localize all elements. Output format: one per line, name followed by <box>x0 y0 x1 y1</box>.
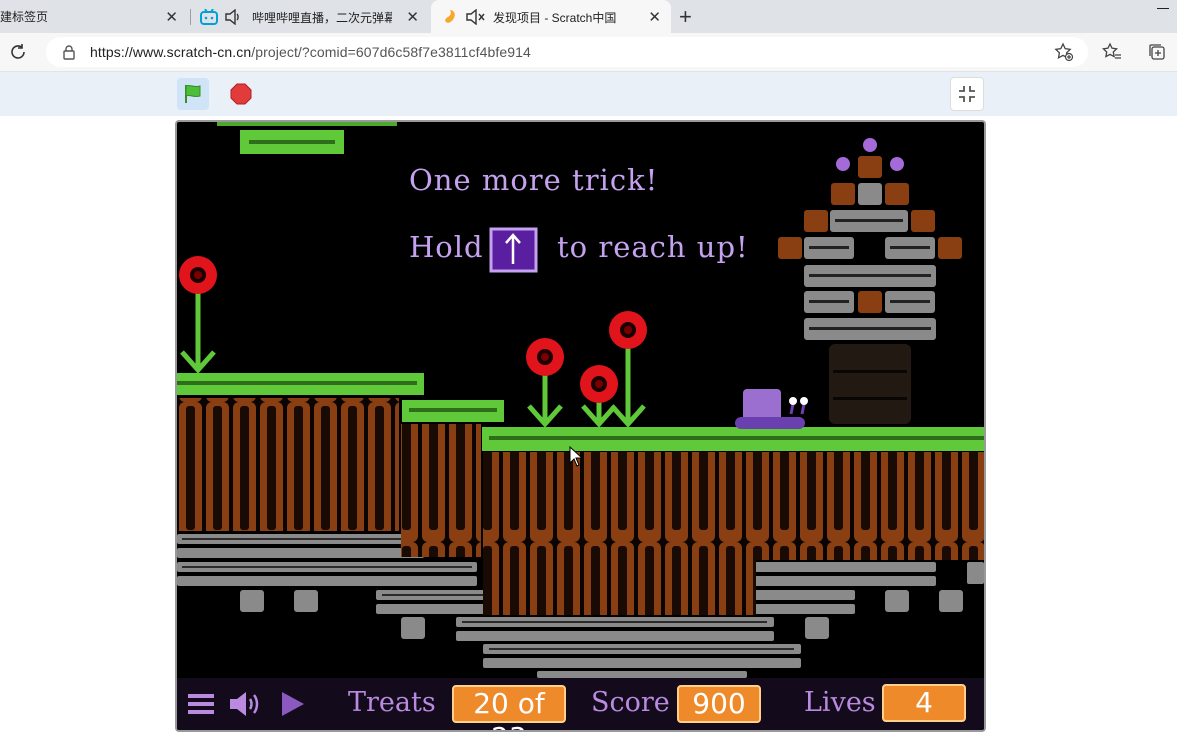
speaker-icon[interactable] <box>224 9 242 25</box>
speaker-muted-icon[interactable] <box>465 9 485 25</box>
tab-title: 发现项目 - Scratch中国 <box>493 11 617 25</box>
new-tab-button[interactable]: + <box>679 4 692 30</box>
grass-ledge <box>402 400 504 422</box>
floating-platform <box>240 130 344 154</box>
treats-value: 20 of 23 <box>452 685 566 730</box>
tab-title: 哔哩哔哩直播，二次元弹幕 <box>252 11 392 25</box>
exit-fullscreen-button[interactable] <box>950 77 984 111</box>
green-flag-icon <box>185 84 201 103</box>
flower-treat <box>580 365 618 428</box>
tab-title: 建标签页 <box>0 10 49 24</box>
stop-button[interactable] <box>225 78 257 110</box>
dirt-block <box>756 452 984 560</box>
game-scene <box>177 122 984 678</box>
close-icon[interactable]: ✕ <box>648 8 661 26</box>
lives-value: 4 <box>882 684 966 722</box>
sound-icon[interactable] <box>228 690 264 718</box>
snail-player <box>735 389 808 429</box>
favorites-icon[interactable] <box>1102 42 1122 62</box>
play-icon[interactable] <box>279 690 307 718</box>
up-arrow-key-icon <box>489 227 538 273</box>
flower-treat <box>609 311 647 428</box>
lives-label: Lives <box>804 687 876 718</box>
refresh-icon[interactable] <box>9 43 27 61</box>
tab-new-tab-page[interactable]: 建标签页 ✕ <box>0 0 188 33</box>
hint-reach: to reach up! <box>557 230 749 264</box>
url-text: https://www.scratch-cn.cn/project/?comid… <box>90 44 531 60</box>
close-icon[interactable]: ✕ <box>406 8 419 26</box>
hint-hold: Hold <box>409 230 484 264</box>
url-host: https://www.scratch-cn.cn <box>90 44 252 60</box>
tab-scratch[interactable]: 发现项目 - Scratch中国 ✕ <box>431 0 671 33</box>
player-controls <box>0 72 1177 116</box>
score-label: Score <box>591 687 670 718</box>
tab-bar: 建标签页 ✕ 哔哩哔哩直播，二次元弹幕 ✕ 发现项目 - Scratch中国 ✕… <box>0 0 1177 33</box>
dirt-block <box>483 452 756 615</box>
flower-treat <box>179 256 217 374</box>
score-value: 900 <box>677 685 761 723</box>
url-field[interactable]: https://www.scratch-cn.cn/project/?comid… <box>46 37 1088 67</box>
bilibili-icon <box>200 9 218 25</box>
lock-icon[interactable] <box>62 44 76 60</box>
dirt-block <box>401 424 481 557</box>
close-icon[interactable]: ✕ <box>165 8 178 26</box>
minimize-icon[interactable] <box>1157 8 1169 9</box>
flower-treat <box>526 338 564 428</box>
dirt-block <box>177 398 399 531</box>
scratch-icon <box>445 10 455 23</box>
url-path: /project/?comid=607d6c58f7e3811cf4bfe914 <box>251 44 531 60</box>
castle-goal <box>778 138 962 424</box>
tab-bilibili[interactable]: 哔哩哔哩直播，二次元弹幕 ✕ <box>191 0 429 33</box>
stop-icon <box>230 83 252 105</box>
grass-ledge <box>177 373 424 395</box>
exit-fullscreen-icon <box>959 86 975 102</box>
menu-icon[interactable] <box>188 692 216 716</box>
game-hud: Treats 20 of 23 Score 900 Lives 4 <box>177 678 984 730</box>
green-flag-button[interactable] <box>177 78 209 110</box>
treats-label: Treats <box>348 687 436 718</box>
address-bar: https://www.scratch-cn.cn/project/?comid… <box>0 33 1177 72</box>
collections-icon[interactable] <box>1147 42 1167 62</box>
game-stage[interactable]: One more trick! Hold to reach up! Treats… <box>175 120 986 732</box>
add-favorite-icon[interactable] <box>1054 42 1074 62</box>
grass-ledge <box>482 427 984 451</box>
hint-line-1: One more trick! <box>409 163 659 197</box>
